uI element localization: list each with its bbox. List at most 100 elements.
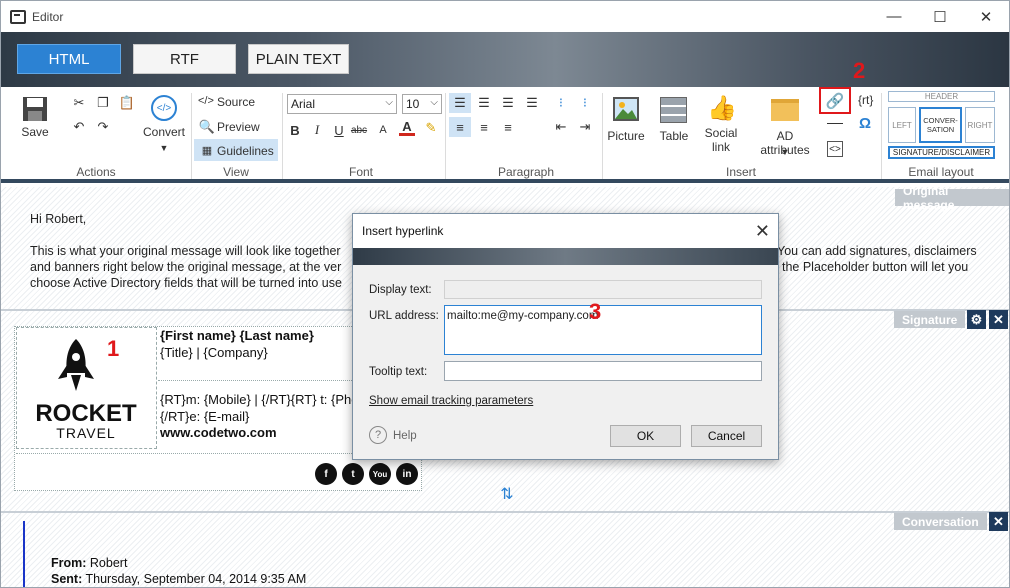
logo-word-travel: TRAVEL — [56, 425, 116, 441]
tooltip-text-label: Tooltip text: — [369, 366, 428, 378]
layout-left-button[interactable]: LEFT — [888, 107, 916, 143]
guidelines-button[interactable]: Guidelines — [217, 144, 274, 158]
align-center-icon[interactable]: ☰ — [476, 95, 492, 111]
outdent-icon[interactable]: ⇤ — [553, 119, 569, 135]
convert-button[interactable]: Convert — [141, 125, 187, 139]
cancel-button[interactable]: Cancel — [691, 425, 762, 447]
copy-icon[interactable]: ❐ — [95, 95, 111, 111]
picture-button[interactable]: Picture — [606, 129, 646, 143]
youtube-icon[interactable]: You — [369, 463, 391, 485]
display-text-field[interactable] — [444, 280, 762, 299]
move-signature-icon[interactable]: ⇅ — [497, 483, 517, 505]
url-address-field[interactable]: mailto:me@my-company.com — [444, 305, 762, 355]
clear-format-icon[interactable]: A — [375, 122, 391, 138]
layout-signature-button[interactable]: SIGNATURE/DISCLAIMER — [888, 146, 995, 159]
plain-text-format-button[interactable]: PLAIN TEXT — [248, 44, 349, 74]
show-tracking-parameters-link[interactable]: Show email tracking parameters — [369, 395, 533, 407]
cut-icon[interactable]: ✂ — [71, 95, 87, 111]
convert-dropdown-arrow[interactable]: ▼ — [157, 143, 171, 153]
html-format-button[interactable]: HTML — [17, 44, 121, 74]
section-divider — [1, 511, 1009, 513]
save-icon[interactable] — [21, 95, 49, 123]
signature-title: {Title} | {Company} — [160, 345, 268, 360]
valign-top-icon[interactable]: ≡ — [452, 119, 468, 135]
callout-one: 1 — [107, 336, 120, 361]
numbered-list-icon[interactable]: ⁝ — [577, 95, 593, 111]
layout-conversation-button[interactable]: CONVER-SATION — [919, 107, 962, 143]
facebook-icon[interactable]: f — [315, 463, 337, 485]
help-button[interactable]: Help — [393, 430, 417, 442]
message-line-1a: This is what your original message will … — [30, 244, 341, 258]
signature-settings-gear-icon[interactable]: ⚙ — [967, 310, 986, 329]
twitter-icon[interactable]: t — [342, 463, 364, 485]
font-family-select[interactable]: Arial ⌵ — [287, 94, 397, 114]
signature-close-icon[interactable]: ✕ — [989, 310, 1008, 329]
align-right-icon[interactable]: ☰ — [500, 95, 516, 111]
insert-hyperlink-button[interactable]: 🔗 — [819, 87, 851, 114]
table-icon[interactable] — [660, 97, 687, 123]
from-value: Robert — [89, 556, 128, 570]
paste-icon[interactable]: 📋 — [119, 95, 135, 111]
dialog-close-icon[interactable]: ✕ — [755, 221, 770, 242]
highlight-icon[interactable]: ✎ — [423, 120, 439, 136]
bullet-list-icon[interactable]: ⁝ — [553, 95, 569, 111]
conversation-close-icon[interactable]: ✕ — [989, 512, 1008, 531]
paragraph-group-label: Paragraph — [497, 165, 555, 179]
layout-header-button[interactable]: HEADER — [888, 91, 995, 102]
chevron-down-icon: ⌵ — [430, 97, 438, 108]
font-size-select[interactable]: 10 ⌵ — [402, 94, 442, 114]
undo-icon[interactable]: ↶ — [71, 119, 87, 135]
ribbon-separator — [602, 93, 603, 179]
align-justify-icon[interactable]: ☰ — [524, 95, 540, 111]
save-button[interactable]: Save — [18, 125, 52, 139]
from-label: From: — [51, 556, 87, 570]
social-link-button[interactable]: Social link — [701, 126, 741, 154]
font-size-value: 10 — [406, 97, 420, 111]
rt-placeholder-button[interactable]: {rt} — [858, 93, 873, 107]
underline-icon[interactable]: U — [331, 122, 347, 138]
italic-icon[interactable]: I — [309, 122, 325, 138]
original-message-tag: Original message — [895, 184, 1009, 212]
rtf-format-button[interactable]: RTF — [133, 44, 236, 74]
signature-name: {First name} {Last name} — [160, 328, 314, 343]
source-button[interactable]: Source — [217, 95, 255, 109]
ribbon-separator — [191, 93, 192, 179]
valign-middle-icon[interactable]: ≡ — [476, 119, 492, 135]
preview-button[interactable]: Preview — [217, 120, 260, 134]
signature-spacer-row — [158, 361, 354, 381]
tooltip-text-field[interactable] — [444, 361, 762, 381]
font-color-icon[interactable]: A — [399, 119, 415, 136]
guidelines-icon: ▦ — [201, 144, 213, 157]
callout-two: 2 — [853, 58, 866, 83]
source-icon: </> — [198, 95, 214, 107]
ad-attributes-dropdown-arrow[interactable]: ▼ — [778, 147, 792, 157]
close-window-button[interactable]: ✕ — [963, 1, 1009, 32]
ok-button[interactable]: OK — [610, 425, 681, 447]
bold-icon[interactable]: B — [287, 122, 303, 138]
symbol-omega-icon[interactable]: Ω — [859, 115, 871, 132]
logo-word-rocket: ROCKET — [35, 400, 137, 427]
help-icon[interactable]: ? — [369, 426, 387, 444]
ad-attributes-icon[interactable] — [771, 99, 799, 121]
html-snippet-icon[interactable]: <> — [827, 141, 843, 157]
picture-icon[interactable] — [613, 97, 639, 121]
sent-label: Sent: — [51, 572, 83, 586]
font-group-label: Font — [348, 165, 373, 179]
greeting-text: Hi Robert, — [30, 212, 87, 226]
linkedin-icon[interactable]: in — [396, 463, 418, 485]
redo-icon[interactable]: ↷ — [95, 119, 111, 135]
indent-icon[interactable]: ⇥ — [577, 119, 593, 135]
font-family-value: Arial — [291, 97, 316, 111]
ribbon-separator — [282, 93, 283, 179]
table-button[interactable]: Table — [656, 129, 692, 143]
convert-icon[interactable]: </> — [151, 95, 177, 121]
social-link-icon[interactable]: 👍 — [707, 95, 737, 122]
strikethrough-icon[interactable]: abc — [351, 122, 367, 138]
minimize-button[interactable]: — — [871, 1, 917, 32]
maximize-button[interactable]: ☐ — [917, 1, 963, 32]
layout-right-button[interactable]: RIGHT — [965, 107, 995, 143]
insert-group-label: Insert — [725, 165, 756, 179]
valign-bottom-icon[interactable]: ≡ — [500, 119, 516, 135]
align-left-icon[interactable]: ☰ — [452, 95, 468, 111]
horizontal-line-icon[interactable] — [827, 123, 843, 124]
